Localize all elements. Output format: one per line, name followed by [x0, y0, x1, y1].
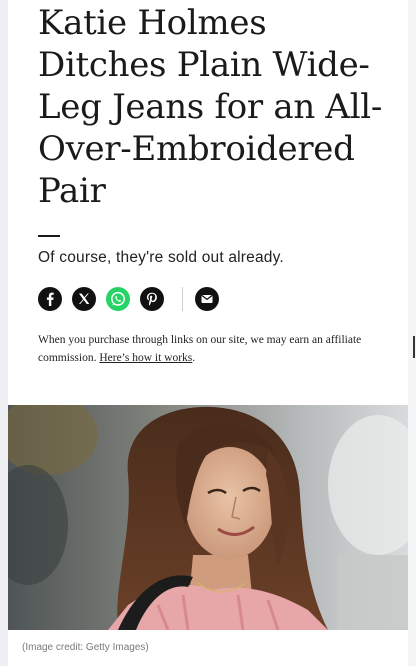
article-page: Katie Holmes Ditches Plain Wide- Leg Jea… — [8, 0, 408, 666]
pinterest-share-button[interactable] — [140, 287, 164, 311]
scrollbar-thumb[interactable] — [413, 336, 415, 358]
headline-line: Ditches Plain Wide- — [38, 45, 370, 85]
image-credit: (Image credit: Getty Images) — [22, 642, 149, 653]
affiliate-info-link[interactable]: Here’s how it works — [99, 352, 192, 364]
affiliate-text: When you purchase through links on our s… — [38, 334, 362, 364]
headline-divider — [38, 235, 60, 237]
hero-image — [8, 405, 408, 630]
email-share-button[interactable] — [195, 287, 219, 311]
headline-line: Over-Embroidered — [38, 129, 355, 169]
headline-line: Leg Jeans for an All- — [38, 87, 383, 127]
right-gutter — [408, 0, 416, 666]
headline-line: Pair — [38, 171, 106, 211]
whatsapp-share-button[interactable] — [106, 287, 130, 311]
affiliate-disclaimer: When you purchase through links on our s… — [38, 331, 398, 367]
email-icon — [201, 294, 213, 303]
facebook-share-button[interactable] — [38, 287, 62, 311]
whatsapp-icon — [111, 291, 125, 306]
hero-photo — [8, 405, 408, 630]
pinterest-icon — [146, 292, 157, 306]
affiliate-period: . — [192, 352, 196, 364]
x-share-button[interactable] — [72, 287, 96, 311]
headline-line: Katie Holmes — [38, 3, 267, 43]
article-headline: Katie Holmes Ditches Plain Wide- Leg Jea… — [38, 2, 398, 212]
facebook-icon — [46, 292, 54, 306]
x-icon — [79, 293, 90, 304]
left-gutter — [0, 0, 8, 666]
share-bar — [38, 287, 229, 311]
share-divider — [182, 287, 183, 311]
article-subhead: Of course, they're sold out already. — [38, 249, 284, 266]
